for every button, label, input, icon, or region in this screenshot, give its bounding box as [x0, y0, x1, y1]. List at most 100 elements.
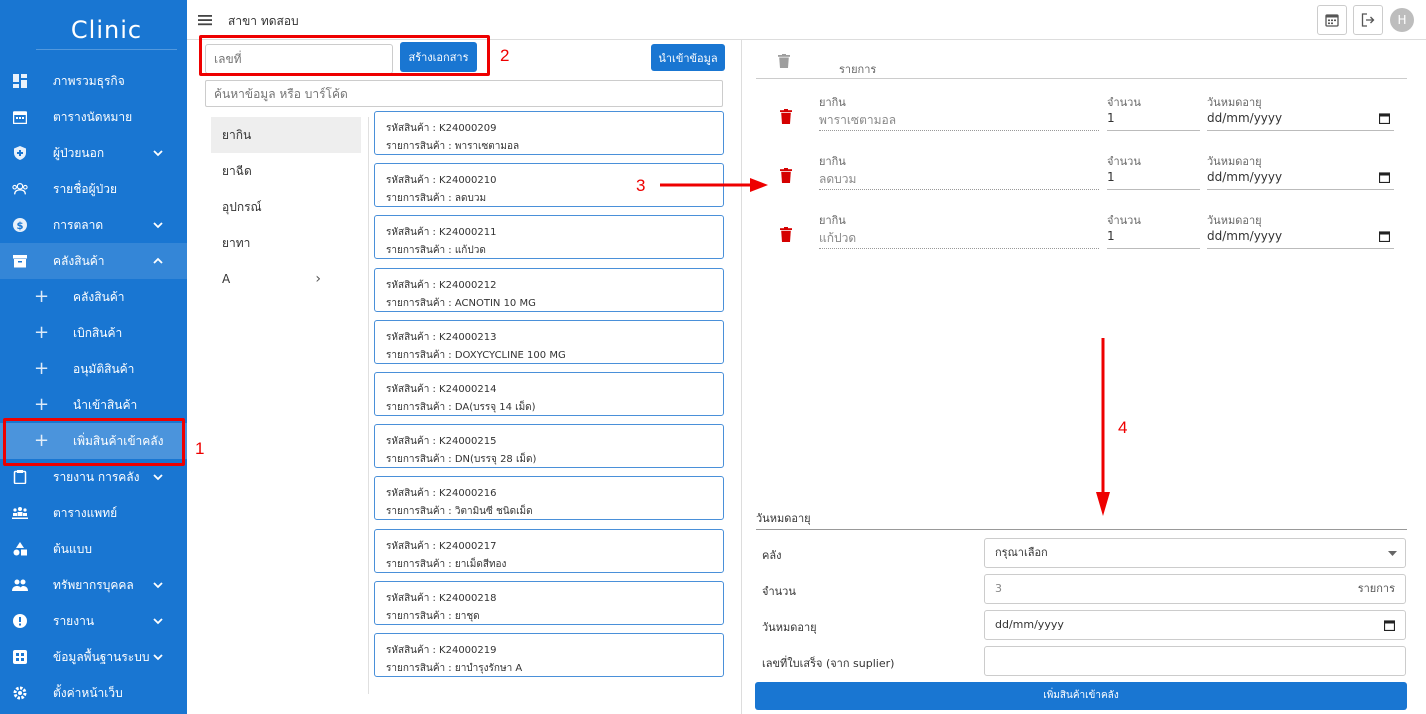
- sidebar-item-master-data[interactable]: ข้อมูลพื้นฐานระบบ: [0, 639, 187, 675]
- plus-icon: +: [34, 358, 50, 379]
- import-data-button[interactable]: นำเข้าข้อมูล: [651, 44, 725, 71]
- sidebar-item-report[interactable]: รายงาน: [0, 603, 187, 639]
- item-field-label: ยากิน: [819, 96, 846, 109]
- category-item[interactable]: ยาทา: [211, 225, 361, 261]
- sidebar-item-label: รายชื่อผู้ป่วย: [53, 181, 117, 196]
- product-name: รายการสินค้า : DA(บรรจุ 14 เม็ด): [386, 401, 536, 413]
- sidebar-nav: ภาพรวมธุรกิจ ตารางนัดหมาย ผู้ป่วยนอก ราย…: [0, 63, 187, 711]
- chevron-right-icon: ›: [315, 271, 321, 287]
- group-icon: [12, 505, 28, 521]
- product-card[interactable]: รหัสสินค้า : K24000212 รายการสินค้า : ACN…: [374, 267, 724, 312]
- branch-name: สาขา ทดสอบ: [228, 14, 299, 28]
- product-card[interactable]: รหัสสินค้า : K24000217 รายการสินค้า : ยาเ…: [374, 528, 724, 573]
- calendar-icon[interactable]: [1379, 113, 1390, 124]
- delete-row-icon[interactable]: [780, 227, 792, 242]
- sidebar-item-inventory[interactable]: คลังสินค้า: [0, 243, 187, 279]
- annotation-number: 1: [195, 439, 205, 458]
- sidebar-item-marketing[interactable]: $ การตลาด: [0, 207, 187, 243]
- product-card[interactable]: รหัสสินค้า : K24000211 รายการสินค้า : แก้…: [374, 215, 724, 260]
- category-item[interactable]: อุปกรณ์: [211, 189, 361, 225]
- product-code: รหัสสินค้า : K24000218: [386, 592, 497, 604]
- item-row: ยากิน ลดบวม จำนวน 1 วันหมดอายุ dd/mm/yyy…: [756, 152, 1407, 204]
- chevron-down-icon: [153, 618, 163, 625]
- quantity-input[interactable]: 1: [1107, 229, 1200, 249]
- sidebar-subitem-approve[interactable]: + อนุมัติสินค้า: [0, 351, 187, 387]
- delete-row-icon[interactable]: [780, 109, 792, 124]
- product-card[interactable]: รหัสสินค้า : K24000209 รายการสินค้า : พาร…: [374, 111, 724, 155]
- quantity-input[interactable]: 1: [1107, 111, 1200, 131]
- plus-icon: +: [34, 322, 50, 343]
- product-card[interactable]: รหัสสินค้า : K24000216 รายการสินค้า : วิต…: [374, 476, 724, 521]
- add-to-stock-button[interactable]: เพิ่มสินค้าเข้าคลัง: [755, 682, 1407, 710]
- product-code: รหัสสินค้า : K24000213: [386, 331, 497, 343]
- calendar-icon[interactable]: [1379, 172, 1390, 183]
- item-row: ยากิน แก้ปวด จำนวน 1 วันหมดอายุ dd/mm/yy…: [756, 211, 1407, 263]
- annotation-number: 2: [500, 46, 510, 65]
- product-card[interactable]: รหัสสินค้า : K24000215 รายการสินค้า : DN(…: [374, 424, 724, 469]
- chevron-down-icon: [153, 582, 163, 589]
- quantity-total-input[interactable]: 3 รายการ: [984, 574, 1406, 604]
- shapes-icon: [12, 541, 28, 557]
- sidebar-item-label: คลังสินค้า: [73, 289, 125, 304]
- item-field: ยากิน ลดบวม: [819, 152, 1099, 190]
- sidebar-item-outpatient[interactable]: ผู้ป่วยนอก: [0, 135, 187, 171]
- product-code: รหัสสินค้า : K24000217: [386, 540, 497, 552]
- trash-icon[interactable]: [778, 54, 790, 68]
- sidebar-item-dashboard[interactable]: ภาพรวมธุรกิจ: [0, 63, 187, 99]
- expiry-date-input[interactable]: dd/mm/yyyy: [984, 610, 1406, 640]
- category-item[interactable]: ยาฉีด: [211, 153, 361, 189]
- selected-items-panel: รายการ ยากิน พาราเซตามอล จำนวน 1 วันหมดอ…: [741, 40, 1426, 714]
- product-card[interactable]: รหัสสินค้า : K24000218 รายการสินค้า : ยาช…: [374, 580, 724, 625]
- sidebar-item-label: ข้อมูลพื้นฐานระบบ: [53, 649, 150, 664]
- sidebar-subitem-withdraw[interactable]: + เบิกสินค้า: [0, 315, 187, 351]
- calendar-button[interactable]: [1317, 5, 1347, 35]
- sidebar-item-appointments[interactable]: ตารางนัดหมาย: [0, 99, 187, 135]
- expiry-date-input[interactable]: dd/mm/yyyy: [1207, 229, 1394, 249]
- product-card[interactable]: รหัสสินค้า : K24000213 รายการสินค้า : DOX…: [374, 319, 724, 364]
- people-icon: [12, 577, 28, 593]
- chevron-down-icon: [153, 222, 163, 229]
- plus-icon: +: [34, 394, 50, 415]
- warehouse-select[interactable]: กรุณาเลือก: [984, 538, 1406, 568]
- product-code: รหัสสินค้า : K24000212: [386, 279, 497, 291]
- chevron-down-icon: [153, 654, 163, 661]
- item-name-value: แก้ปวด: [819, 229, 1099, 249]
- dashboard-icon: [12, 73, 28, 89]
- product-code: รหัสสินค้า : K24000215: [386, 436, 497, 448]
- product-code: รหัสสินค้า : K24000209: [386, 123, 497, 134]
- expiry-date-input[interactable]: dd/mm/yyyy: [1207, 170, 1394, 190]
- quantity-unit: รายการ: [1357, 582, 1395, 595]
- sidebar-item-doctor-schedule[interactable]: ตารางแพทย์: [0, 495, 187, 531]
- dollar-icon: $: [12, 217, 28, 233]
- product-name: รายการสินค้า : วิตามินซี ชนิดเม็ด: [386, 506, 533, 518]
- product-code: รหัสสินค้า : K24000214: [386, 383, 497, 395]
- avatar[interactable]: H: [1390, 8, 1414, 32]
- calendar-icon[interactable]: [1379, 231, 1390, 242]
- hamburger-menu-icon[interactable]: [196, 11, 214, 29]
- sidebar-subitem-inventory[interactable]: + คลังสินค้า: [0, 279, 187, 315]
- sidebar-item-hr[interactable]: ทรัพยากรบุคคล: [0, 567, 187, 603]
- sidebar-item-template[interactable]: ต้นแบบ: [0, 531, 187, 567]
- sidebar-item-web-settings[interactable]: ตั้งค่าหน้าเว็บ: [0, 675, 187, 711]
- highlight-box: [199, 35, 490, 76]
- calendar-icon[interactable]: [1384, 620, 1395, 631]
- sidebar-item-patients[interactable]: รายชื่อผู้ป่วย: [0, 171, 187, 207]
- product-card[interactable]: รหัสสินค้า : K24000214 รายการสินค้า : DA(…: [374, 371, 724, 416]
- archive-icon: [12, 253, 28, 269]
- clipboard-icon: [12, 469, 28, 485]
- category-item-expandable[interactable]: A ›: [211, 261, 361, 297]
- expiry-field: วันหมดอายุ dd/mm/yyyy: [1207, 152, 1394, 190]
- quantity-input[interactable]: 1: [1107, 170, 1200, 190]
- product-card[interactable]: รหัสสินค้า : K24000219 รายการสินค้า : ยาบ…: [374, 632, 724, 677]
- product-name: รายการสินค้า : DN(บรรจุ 28 เม็ด): [386, 454, 537, 466]
- logout-button[interactable]: [1353, 5, 1383, 35]
- product-name: รายการสินค้า : แก้ปวด: [386, 245, 486, 257]
- receipt-number-input[interactable]: [984, 646, 1406, 676]
- calendar-icon: [12, 109, 28, 125]
- delete-row-icon[interactable]: [780, 168, 792, 183]
- expiry-date-input[interactable]: dd/mm/yyyy: [1207, 111, 1394, 131]
- warehouse-label: คลัง: [762, 549, 782, 562]
- chevron-up-icon: [153, 257, 163, 264]
- search-input[interactable]: [205, 80, 723, 107]
- category-item[interactable]: ยากิน: [211, 117, 361, 153]
